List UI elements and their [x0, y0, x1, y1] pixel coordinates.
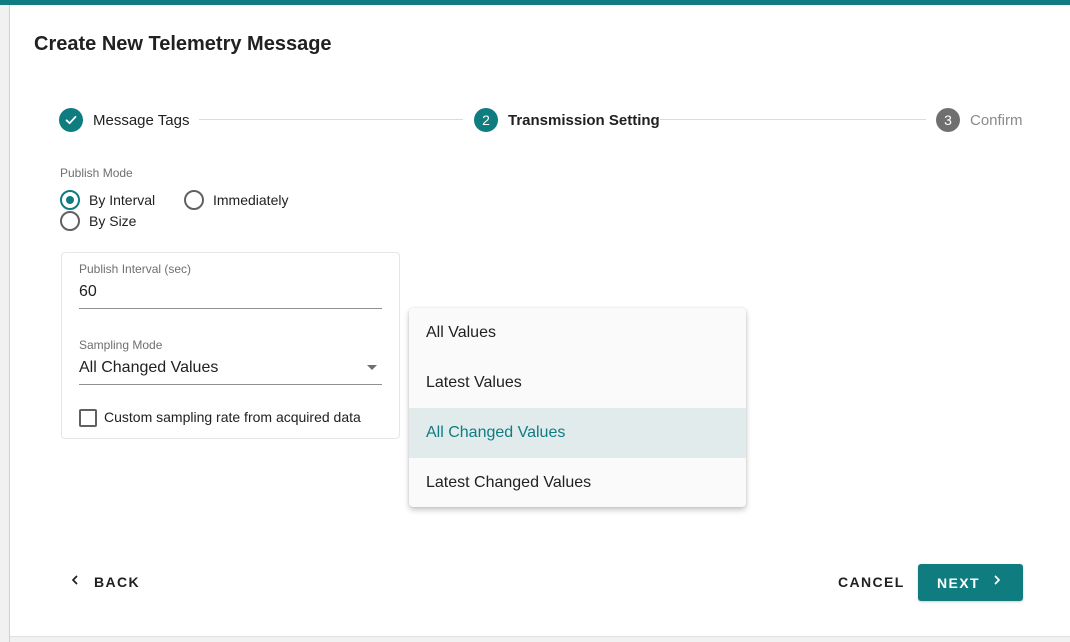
radio-unchecked-icon [184, 190, 204, 210]
next-button[interactable]: NEXT [918, 564, 1023, 601]
back-button[interactable]: BACK [68, 569, 140, 595]
step-number-3: 3 [936, 108, 960, 132]
sampling-mode-label: Sampling Mode [79, 338, 163, 352]
background-edge [0, 5, 10, 642]
radio-label-by-size: By Size [89, 213, 137, 229]
background-edge-bottom [10, 636, 1070, 642]
dialog-title: Create New Telemetry Message [34, 33, 332, 55]
caret-down-icon[interactable] [367, 365, 377, 370]
step-confirm[interactable]: 3 Confirm [936, 108, 1023, 132]
radio-label-immediately: Immediately [213, 192, 289, 208]
publish-interval-input[interactable]: 60 [79, 283, 97, 301]
step-label-message-tags: Message Tags [93, 111, 190, 129]
sampling-mode-underline [79, 384, 382, 385]
next-button-label: NEXT [937, 574, 980, 591]
step-number-2: 2 [474, 108, 498, 132]
step-connector [199, 119, 463, 120]
radio-by-size[interactable]: By Size [60, 211, 136, 231]
step-connector [660, 119, 926, 120]
cancel-button-label: CANCEL [838, 574, 905, 590]
custom-sampling-checkbox[interactable] [79, 409, 97, 427]
step-transmission-setting[interactable]: 2 Transmission Setting [474, 108, 660, 132]
step-label-confirm: Confirm [970, 111, 1023, 129]
chevron-left-icon [68, 573, 82, 592]
radio-unchecked-icon [60, 211, 80, 231]
top-accent-bar [0, 0, 1070, 5]
radio-checked-icon [60, 190, 80, 210]
sampling-mode-select[interactable]: All Changed Values [79, 359, 218, 377]
option-all-changed-values[interactable]: All Changed Values [409, 408, 746, 458]
publish-interval-underline [79, 308, 382, 309]
custom-sampling-label: Custom sampling rate from acquired data [104, 409, 361, 425]
option-latest-changed-values[interactable]: Latest Changed Values [409, 458, 746, 507]
option-latest-values[interactable]: Latest Values [409, 358, 746, 408]
radio-by-interval[interactable]: By Interval [60, 190, 155, 210]
check-icon [59, 108, 83, 132]
option-all-values[interactable]: All Values [409, 308, 746, 358]
back-button-label: BACK [94, 574, 141, 590]
radio-label-by-interval: By Interval [89, 192, 156, 208]
chevron-right-icon [990, 573, 1004, 592]
publish-mode-label: Publish Mode [60, 166, 133, 180]
step-message-tags[interactable]: Message Tags [59, 108, 189, 132]
step-label-transmission-setting: Transmission Setting [508, 111, 660, 129]
publish-interval-label: Publish Interval (sec) [79, 262, 192, 276]
radio-immediately[interactable]: Immediately [184, 190, 288, 210]
sampling-mode-dropdown: All Values Latest Values All Changed Val… [409, 308, 746, 507]
cancel-button[interactable]: CANCEL [830, 569, 913, 595]
